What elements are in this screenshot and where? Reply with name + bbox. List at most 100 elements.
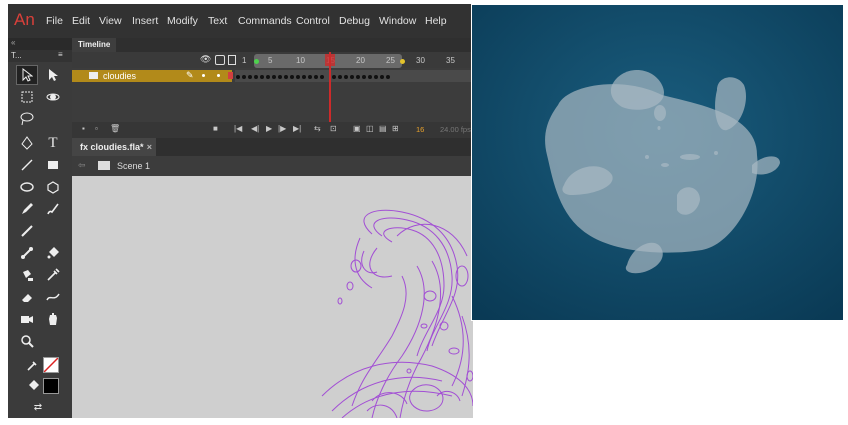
show-hide-icon[interactable]: 👁 (200, 54, 211, 65)
menu-window[interactable]: Window (379, 15, 416, 27)
onion-skin-icon[interactable]: ▣ (353, 124, 361, 133)
layer-name[interactable]: cloudies (103, 71, 136, 81)
frame-number: 5 (268, 56, 273, 65)
go-first-frame-icon[interactable]: |◀ (234, 124, 242, 133)
layer-frames[interactable] (235, 70, 473, 82)
ink-bottle-tool-icon[interactable] (17, 266, 37, 284)
loop-icon[interactable]: ⇆ (314, 124, 321, 133)
swap-colors-icon[interactable]: ⇄ (28, 398, 48, 416)
new-folder-icon[interactable]: ▫ (95, 124, 98, 133)
rectangle-tool-icon[interactable] (43, 156, 63, 174)
tools-panel-title-bar: T... ≡ (8, 50, 72, 62)
modify-markers-icon[interactable]: ⊞ (392, 124, 399, 133)
playhead-handle[interactable] (325, 54, 335, 66)
hand-tool-icon[interactable] (43, 310, 63, 328)
lock-dot[interactable] (217, 74, 220, 77)
collapse-icon[interactable]: « (11, 38, 15, 47)
outline-color-swatch[interactable] (228, 72, 233, 79)
lock-icon[interactable] (215, 55, 225, 65)
layer-icon (89, 72, 98, 79)
layer-row[interactable]: cloudies ✎ (72, 70, 233, 82)
fill-color-swatch[interactable] (43, 378, 59, 394)
subselection-tool-icon[interactable] (43, 66, 63, 84)
pen-tool-icon[interactable] (17, 134, 37, 152)
onion-skin-outline-icon[interactable]: ◫ (366, 124, 374, 133)
tools-panel-header: « (8, 38, 72, 50)
lasso-tool-icon[interactable] (17, 110, 37, 128)
frame-rate[interactable]: 24.00 fps (440, 125, 471, 134)
go-last-frame-icon[interactable]: ▶| (293, 124, 301, 133)
range-end-handle[interactable] (400, 59, 405, 64)
free-transform-tool-icon[interactable] (17, 88, 37, 106)
step-forward-icon[interactable]: |▶ (278, 124, 286, 133)
timeline-tabbar: Timeline (72, 38, 473, 52)
bone-tool-icon[interactable] (17, 244, 37, 262)
delete-layer-icon[interactable]: 🗑 (110, 124, 120, 133)
frame-number: 10 (296, 56, 305, 65)
frame-number: 35 (446, 56, 455, 65)
timeline-panel: 👁 1 5 10 15 20 25 30 35 cloudies ✎ (72, 52, 473, 138)
document-tab[interactable]: fx cloudies.fla* × (72, 138, 156, 156)
timeline-controls: ▪ ▫ 🗑 ■ |◀ ◀| ▶ |▶ ▶| ⇆ ⊡ ▣ ◫ ▤ ⊞ 16 24.… (72, 122, 473, 138)
selection-tool-icon[interactable] (16, 65, 38, 85)
eyedropper-tool-icon[interactable] (43, 266, 63, 284)
edit-bar: ⇦ Scene 1 (72, 156, 473, 176)
camera-tool-icon[interactable] (17, 310, 37, 328)
3d-rotation-tool-icon[interactable] (43, 88, 63, 106)
camera-icon[interactable]: ■ (213, 124, 218, 133)
close-icon[interactable]: × (147, 138, 152, 156)
back-arrow-icon[interactable]: ⇦ (78, 160, 86, 171)
menu-bar: An File Edit View Insert Modify Text Com… (8, 4, 473, 38)
range-start-handle[interactable] (254, 59, 259, 64)
eraser-tool-icon[interactable] (17, 288, 37, 306)
scene-label[interactable]: Scene 1 (117, 161, 150, 171)
document-tab-label: fx cloudies.fla* (80, 142, 144, 152)
menu-control[interactable]: Control (296, 15, 330, 27)
menu-view[interactable]: View (99, 15, 122, 27)
timeline-tab[interactable]: Timeline (72, 38, 117, 52)
stroke-color-swatch[interactable] (43, 357, 59, 373)
document-tabbar: fx cloudies.fla* × (72, 138, 473, 156)
outline-icon[interactable] (228, 55, 236, 65)
width-tool-icon[interactable] (43, 288, 63, 306)
stage[interactable] (72, 176, 473, 418)
current-frame[interactable]: 16 (416, 125, 424, 134)
panel-menu-icon[interactable]: ≡ (58, 50, 63, 59)
animate-logo: An (14, 10, 35, 29)
new-layer-icon[interactable]: ▪ (82, 124, 85, 133)
pencil-tool-icon[interactable] (17, 200, 37, 218)
text-tool-icon[interactable]: T (43, 134, 63, 152)
polystar-tool-icon[interactable] (43, 178, 63, 196)
frame-number: 25 (386, 56, 395, 65)
timeline-header: 👁 1 5 10 15 20 25 30 35 (72, 52, 473, 68)
line-tool-icon[interactable] (17, 156, 37, 174)
frame-number: 30 (416, 56, 425, 65)
menu-insert[interactable]: Insert (132, 15, 158, 27)
fill-color-icon[interactable] (23, 377, 43, 395)
menu-help[interactable]: Help (425, 15, 447, 27)
cloud-image (472, 5, 843, 320)
edit-multiple-frames-icon[interactable]: ▤ (379, 124, 387, 133)
menu-modify[interactable]: Modify (167, 15, 198, 27)
paint-bucket-tool-icon[interactable] (43, 244, 63, 262)
menu-debug[interactable]: Debug (339, 15, 370, 27)
paint-brush-tool-icon[interactable] (17, 222, 37, 240)
center-frame-icon[interactable]: ⊡ (330, 124, 337, 133)
brush-tool-icon[interactable] (43, 200, 63, 218)
menu-edit[interactable]: Edit (72, 15, 90, 27)
cloud-strokes (321, 209, 473, 418)
oval-tool-icon[interactable] (17, 178, 37, 196)
animate-window: An File Edit View Insert Modify Text Com… (8, 4, 473, 418)
stroke-color-icon[interactable] (23, 356, 43, 374)
frame-number: 1 (242, 56, 247, 65)
play-icon[interactable]: ▶ (266, 124, 272, 133)
keyframe-dots (236, 75, 390, 79)
visibility-dot[interactable] (202, 74, 205, 77)
menu-file[interactable]: File (46, 15, 63, 27)
zoom-tool-icon[interactable] (17, 332, 37, 350)
step-back-icon[interactable]: ◀| (251, 124, 259, 133)
menu-commands[interactable]: Commands (238, 15, 292, 27)
menu-text[interactable]: Text (208, 15, 227, 27)
clapperboard-icon (98, 161, 110, 170)
tools-panel: « T... ≡ T ⇄ (8, 38, 72, 418)
